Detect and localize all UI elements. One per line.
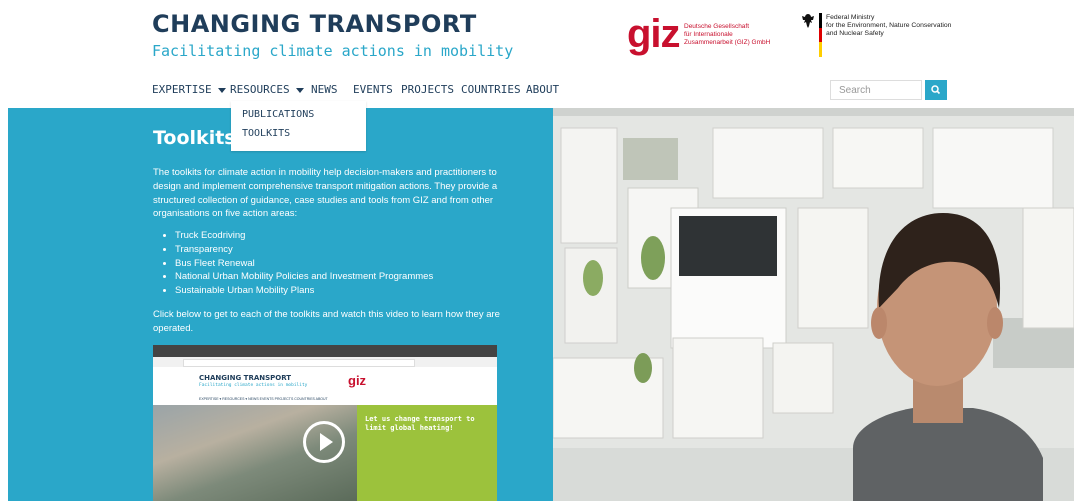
giz-logo-line: Deutsche Gesellschaft: [684, 23, 750, 30]
giz-logo-text: Deutsche Gesellschaft für Internationale…: [684, 23, 770, 47]
resources-dropdown-menu: PUBLICATIONS TOOLKITS: [231, 101, 366, 151]
list-item: Bus Fleet Renewal: [175, 257, 433, 271]
nav-item-label: EXPERTISE: [152, 83, 212, 96]
list-item: Transparency: [175, 243, 433, 257]
giz-logo[interactable]: giz: [627, 14, 681, 54]
search-input[interactable]: [830, 80, 922, 100]
federal-eagle-icon: [802, 14, 814, 28]
chevron-down-icon: [217, 87, 226, 93]
video-address-bar: [153, 357, 497, 367]
page-title: Toolkits: [153, 127, 236, 149]
nav-item-countries[interactable]: COUNTRIES: [461, 83, 521, 96]
dropdown-item-toolkits[interactable]: TOOLKITS: [242, 128, 290, 139]
action-areas-list: Truck Ecodriving Transparency Bus Fleet …: [153, 229, 433, 298]
nav-item-events[interactable]: EVENTS: [353, 83, 393, 96]
ministry-logo-line: for the Environment, Nature Conservation: [826, 22, 952, 29]
giz-logo-line: Zusammenarbeit (GIZ) GmbH: [684, 39, 771, 46]
video-site-nav: EXPERTISE ▾ RESOURCES ▾ NEWS EVENTS PROJ…: [199, 397, 328, 401]
play-icon[interactable]: [303, 421, 345, 463]
list-item: Truck Ecodriving: [175, 229, 433, 243]
ministry-logo-line: and Nuclear Safety: [826, 30, 884, 37]
site-logo-title[interactable]: CHANGING TRANSPORT: [152, 10, 477, 38]
video-site-title: CHANGING TRANSPORT: [199, 374, 292, 382]
ministry-logo-line: Federal Ministry: [826, 14, 875, 21]
video-player[interactable]: CHANGING TRANSPORT Facilitating climate …: [153, 345, 497, 501]
nav-item-resources[interactable]: RESOURCES: [230, 83, 304, 96]
site-header: CHANGING TRANSPORT Facilitating climate …: [0, 0, 1074, 108]
outro-paragraph: Click below to get to each of the toolki…: [153, 309, 500, 334]
chevron-down-icon: [295, 87, 304, 93]
intro-paragraph: The toolkits for climate action in mobil…: [153, 167, 498, 220]
nav-item-label: RESOURCES: [230, 83, 290, 96]
video-green-panel: Let us change transport to limit global …: [357, 405, 497, 501]
search-icon: [931, 85, 941, 95]
video-giz-logo: giz: [348, 373, 367, 388]
hero-photo-artwork: [553, 108, 1074, 501]
dropdown-item-publications[interactable]: PUBLICATIONS: [242, 109, 314, 120]
video-browser-chrome: [153, 345, 497, 357]
video-address-field: [183, 359, 415, 367]
search-button[interactable]: [925, 80, 947, 100]
nav-item-expertise[interactable]: EXPERTISE: [152, 83, 226, 96]
nav-item-projects[interactable]: PROJECTS: [401, 83, 454, 96]
ministry-logo-text[interactable]: Federal Ministry for the Environment, Na…: [826, 14, 951, 38]
giz-logo-line: für Internationale: [684, 31, 733, 38]
list-item: National Urban Mobility Policies and Inv…: [175, 270, 433, 284]
german-flag-bar: [819, 13, 822, 57]
site-logo-subtitle[interactable]: Facilitating climate actions in mobility: [152, 42, 513, 60]
nav-item-news[interactable]: NEWS: [311, 83, 338, 96]
video-headline: Let us change transport to limit global …: [365, 415, 475, 432]
video-site-subtitle: Facilitating climate actions in mobility: [199, 383, 308, 388]
list-item: Sustainable Urban Mobility Plans: [175, 284, 433, 298]
hero-image: [553, 108, 1074, 501]
nav-item-about[interactable]: ABOUT: [526, 83, 559, 96]
